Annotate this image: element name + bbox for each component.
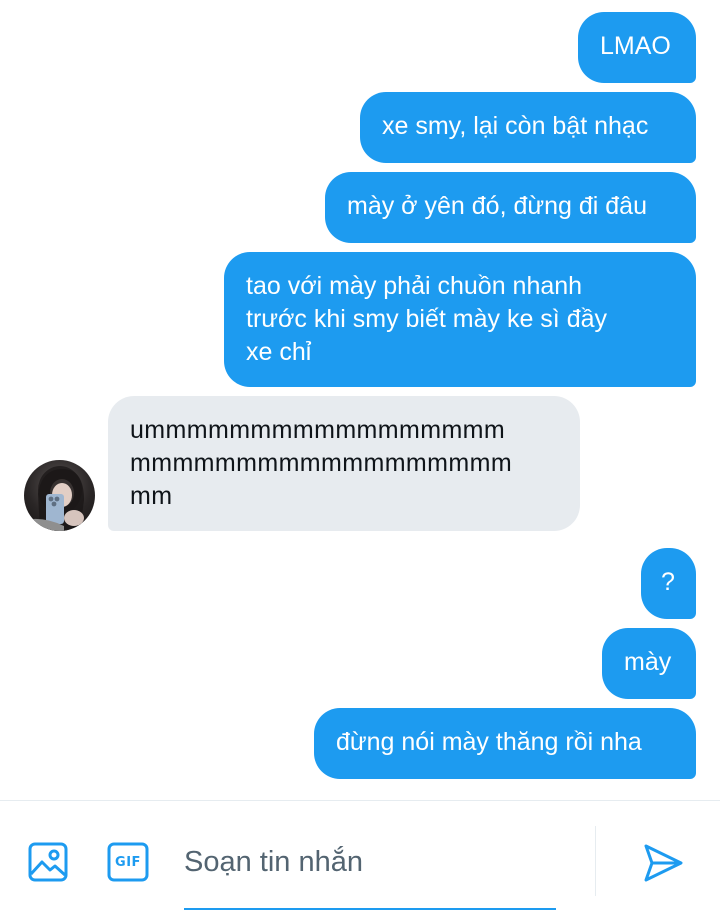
message-bubble-sent[interactable]: LMAO xyxy=(578,12,696,83)
add-gif-button[interactable]: GIF xyxy=(104,838,152,886)
send-icon xyxy=(644,844,683,882)
gif-label: GIF xyxy=(115,854,141,870)
contact-avatar[interactable] xyxy=(24,460,95,531)
send-button[interactable] xyxy=(636,836,690,890)
message-bubble-sent[interactable]: xe smy, lại còn bật nhạc xyxy=(360,92,696,163)
input-focus-underline xyxy=(184,908,556,910)
message-bubble-received[interactable]: ummmmmmmmmmmmmmmmm mmmmmmmmmmmmmmmmmm mm xyxy=(108,396,580,531)
image-icon xyxy=(28,842,68,882)
add-image-button[interactable] xyxy=(24,838,72,886)
message-input[interactable] xyxy=(184,822,556,902)
message-input-wrapper xyxy=(184,822,556,910)
avatar-photo xyxy=(24,466,84,531)
message-bubble-sent[interactable]: đừng nói mày thăng rồi nha xyxy=(314,708,696,779)
message-bubble-sent[interactable]: ? xyxy=(641,548,696,619)
message-thread[interactable]: LMAO xe smy, lại còn bật nhạc mày ở yên … xyxy=(0,0,720,800)
message-bubble-sent[interactable]: mày ở yên đó, đừng đi đâu xyxy=(325,172,696,243)
message-bubble-sent[interactable]: tao với mày phải chuồn nhanh trước khi s… xyxy=(224,252,696,387)
composer-divider xyxy=(595,826,596,896)
message-bubble-sent[interactable]: mày xyxy=(602,628,696,699)
